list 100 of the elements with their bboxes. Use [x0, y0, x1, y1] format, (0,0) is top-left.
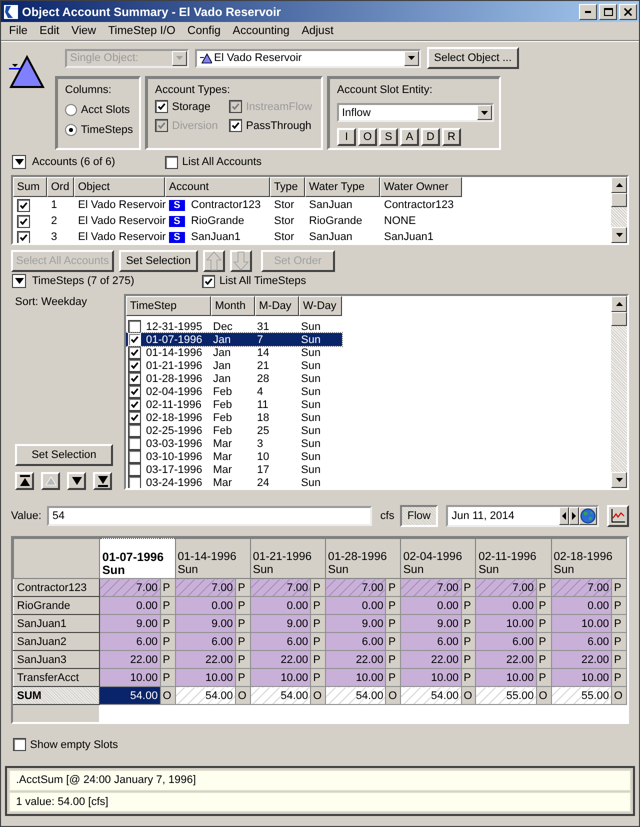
column-header[interactable]: 01-14-1996 Sun [175, 538, 250, 578]
select-object-button[interactable]: Select Object ... [427, 47, 519, 69]
menu-item[interactable]: Adjust [296, 25, 340, 37]
column-header[interactable]: W-Day [299, 296, 342, 316]
checkbox[interactable] [128, 411, 141, 424]
grid-cell[interactable]: 22.00 [476, 650, 536, 668]
grid-cell[interactable]: 7.00 [100, 578, 160, 596]
grid-cell[interactable]: 10.00 [476, 614, 536, 632]
grid-cell[interactable]: 0.00 [551, 596, 612, 614]
grid-cell[interactable]: 0.00 [250, 596, 311, 614]
grid-cell[interactable]: 22.00 [100, 650, 160, 668]
column-header[interactable]: Account [165, 177, 270, 197]
row-header[interactable]: Contractor123 [14, 578, 100, 596]
grid-cell[interactable]: 9.00 [326, 614, 386, 632]
grid-cell[interactable]: 55.00 [476, 686, 536, 704]
column-header[interactable]: Object [74, 177, 165, 197]
checkbox[interactable] [128, 437, 141, 450]
grid-cell[interactable]: 6.00 [175, 632, 236, 650]
grid-cell[interactable]: 54.00 [250, 686, 311, 704]
grid-cell[interactable]: 6.00 [100, 632, 160, 650]
row-header[interactable]: SUM [14, 686, 100, 704]
row-header[interactable]: SanJuan2 [14, 632, 100, 650]
list-row[interactable]: 12-31-1995 Dec 31 Sun [126, 320, 342, 333]
checkbox[interactable] [128, 346, 141, 359]
entity-button[interactable]: O [358, 128, 377, 146]
column-header[interactable]: Type [270, 177, 305, 197]
grid-cell[interactable]: 6.00 [400, 632, 462, 650]
list-row[interactable]: 03-03-1996 Mar 3 Sun [126, 437, 342, 450]
grid-cell[interactable]: 6.00 [326, 632, 386, 650]
grid-cell[interactable]: 54.00 [175, 686, 236, 704]
date-field[interactable]: Jun 11, 2014 [446, 505, 600, 527]
value-field[interactable]: 54 [47, 506, 372, 526]
checkbox[interactable] [165, 156, 178, 168]
grid-cell[interactable]: 6.00 [476, 632, 536, 650]
checkbox[interactable] [128, 385, 141, 398]
list-row[interactable]: 02-18-1996 Feb 18 Sun [126, 411, 342, 424]
row-header[interactable]: TransferAcct [14, 668, 100, 686]
list-row[interactable]: 03-17-1996 Mar 17 Sun [126, 463, 342, 476]
row-header[interactable]: SanJuan3 [14, 650, 100, 668]
column-header[interactable]: 01-28-1996 Sun [326, 538, 401, 578]
scrollbar[interactable] [611, 177, 627, 243]
column-header[interactable]: 01-21-1996 Sun [250, 538, 326, 578]
grid-cell[interactable]: 10.00 [551, 668, 612, 686]
grid-cell[interactable]: 6.00 [250, 632, 311, 650]
grid-cell[interactable]: 0.00 [326, 596, 386, 614]
grid-cell[interactable]: 9.00 [175, 614, 236, 632]
column-header[interactable]: Water Type [305, 177, 380, 197]
row-header[interactable]: SanJuan1 [14, 614, 100, 632]
menu-item[interactable]: Accounting [226, 25, 296, 37]
grid-cell[interactable]: 0.00 [400, 596, 462, 614]
row-header[interactable]: RioGrande [14, 596, 100, 614]
grid-cell[interactable]: 10.00 [100, 668, 160, 686]
grid-cell[interactable]: 7.00 [175, 578, 236, 596]
menu-item[interactable]: File [3, 25, 34, 37]
list-row[interactable]: 03-10-1996 Mar 10 Sun [126, 450, 342, 463]
entity-button[interactable]: S [379, 128, 398, 146]
grid-cell[interactable]: 10.00 [175, 668, 236, 686]
checkbox[interactable] [128, 424, 141, 437]
column-header[interactable]: TimeStep [126, 296, 211, 316]
checkbox[interactable] [17, 214, 30, 228]
grid-cell[interactable]: 9.00 [250, 614, 311, 632]
grid-cell[interactable]: 9.00 [100, 614, 160, 632]
list-row[interactable]: 01-14-1996 Jan 14 Sun [126, 346, 342, 359]
list-row[interactable]: 03-24-1996 Mar 24 Sun [126, 476, 342, 488]
grid-cell[interactable]: 7.00 [551, 578, 612, 596]
grid-cell[interactable]: 10.00 [551, 614, 612, 632]
scrollbar[interactable] [611, 296, 627, 488]
column-header[interactable]: 01-07-1996 Sun [100, 538, 176, 578]
entity-button[interactable]: D [421, 128, 440, 146]
grid-cell[interactable]: 54.00 [400, 686, 462, 704]
grid-cell[interactable]: 7.00 [326, 578, 386, 596]
menu-item[interactable]: Config [181, 25, 227, 37]
grid-cell[interactable]: 10.00 [400, 668, 462, 686]
grid-cell[interactable]: 22.00 [250, 650, 311, 668]
column-header[interactable]: Sum [13, 177, 47, 197]
checkbox[interactable] [128, 372, 141, 385]
grid-cell[interactable]: 7.00 [400, 578, 462, 596]
grid-cell[interactable]: 7.00 [250, 578, 311, 596]
checkbox[interactable] [229, 119, 242, 132]
entity-button[interactable]: R [442, 128, 461, 146]
checkbox[interactable] [155, 100, 168, 113]
menu-item[interactable]: View [65, 25, 102, 37]
flow-button[interactable]: Flow [400, 505, 438, 527]
menu-item[interactable]: Edit [34, 25, 66, 37]
grid-cell[interactable]: 0.00 [476, 596, 536, 614]
checkbox[interactable] [128, 463, 141, 476]
grid-cell[interactable]: 10.00 [326, 668, 386, 686]
checkbox[interactable] [13, 738, 26, 751]
grid-cell[interactable]: 10.00 [250, 668, 311, 686]
grid-cell[interactable]: 7.00 [476, 578, 536, 596]
object-dropdown[interactable]: El Vado Reservoir [195, 48, 421, 68]
close-button[interactable] [619, 4, 637, 20]
expand-toggle[interactable] [12, 155, 26, 169]
column-header[interactable]: 02-11-1996 Sun [476, 538, 552, 578]
column-header[interactable]: Water Owner [380, 177, 462, 197]
checkbox[interactable] [17, 230, 30, 243]
checkbox[interactable] [128, 398, 141, 411]
menu-item[interactable]: TimeStep I/O [102, 25, 182, 37]
radio-button[interactable] [65, 104, 77, 116]
list-row[interactable]: 02-04-1996 Feb 4 Sun [126, 385, 342, 398]
